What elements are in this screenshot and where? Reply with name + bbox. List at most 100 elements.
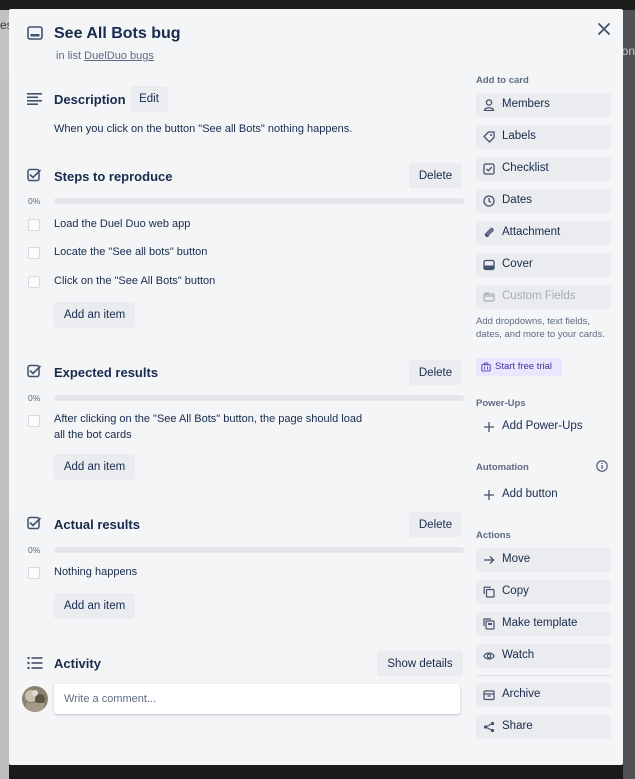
copy-icon [483,586,495,598]
checklist-item[interactable]: Locate the "See all bots" button [54,244,207,260]
board-list-edge-right [623,10,635,779]
checklist-icon [27,516,41,530]
checklist-icon [27,168,41,182]
checklist-label: Checklist [502,162,549,174]
checklist-item-checkbox[interactable] [28,276,40,288]
share-button[interactable]: Share [476,715,611,739]
add-to-card-heading: Add to card [476,75,529,86]
checklist-progress-bar [54,547,464,553]
description-icon [27,93,42,105]
checklist-item[interactable]: Nothing happens [54,564,137,580]
trial-label: Start free trial [495,361,553,372]
add-item-button[interactable]: Add an item [54,302,135,328]
automation-heading: Automation [476,462,529,473]
eye-icon [483,652,495,660]
watch-label: Watch [502,649,535,661]
checklist-button[interactable]: Checklist [476,157,611,181]
share-icon [483,721,495,733]
make-template-label: Make template [502,617,578,629]
add-item-button[interactable]: Add an item [54,454,135,480]
checklist-item[interactable]: Click on the "See All Bots" button [54,273,215,289]
add-powerups-label: Add Power-Ups [502,420,583,432]
dates-label: Dates [502,194,533,206]
list-link[interactable]: DuelDuo bugs [84,50,154,62]
copy-button[interactable]: Copy [476,580,611,604]
archive-label: Archive [502,688,541,700]
card-icon [27,26,43,40]
close-icon[interactable] [596,21,612,37]
add-powerups-button[interactable]: Add Power-Ups [476,418,611,438]
make-template-button[interactable]: Make template [476,612,611,636]
person-icon [483,99,495,111]
card-detail-modal: See All Bots bug in list DuelDuo bugs De… [9,9,623,765]
activity-icon [27,657,43,669]
checklist-item[interactable]: After clicking on the "See All Bots" but… [54,411,362,427]
delete-checklist-button[interactable]: Delete [409,163,462,188]
custom-fields-icon [483,292,495,302]
delete-checklist-button[interactable]: Delete [409,512,462,537]
comment-input[interactable]: Write a comment... [54,684,460,714]
paperclip-icon [484,227,494,238]
actions-heading: Actions [476,530,511,541]
checklist-item-continued[interactable]: all the bot cards [54,427,132,443]
checklist-item-checkbox[interactable] [28,415,40,427]
checkbox-icon [483,163,495,175]
powerups-heading: Power-Ups [476,398,526,409]
card-title[interactable]: See All Bots bug [54,25,181,43]
checklist-progress-percent: 0% [28,393,41,403]
checklist-progress-bar [54,395,464,401]
add-item-button[interactable]: Add an item [54,593,135,619]
description-text[interactable]: When you click on the button "See all Bo… [54,123,352,135]
checklist-title[interactable]: Expected results [54,365,158,380]
checklist-progress-percent: 0% [28,196,41,206]
add-automation-button[interactable]: Add button [476,486,611,506]
comment-placeholder: Write a comment... [64,693,157,705]
checklist-progress-percent: 0% [28,545,41,555]
checklist-progress-bar [54,198,464,204]
custom-fields-button[interactable]: Custom Fields [476,285,611,309]
arrow-right-icon [484,556,495,564]
copy-label: Copy [502,585,529,597]
checklist-item-checkbox[interactable] [28,219,40,231]
custom-fields-help-text: Add dropdowns, text fields, dates, and m… [476,316,605,340]
list-prefix: in list [56,50,82,62]
checklist-icon [27,364,41,378]
checklist-item-checkbox[interactable] [28,567,40,579]
template-icon [483,618,495,630]
members-label: Members [502,98,550,110]
checklist-item[interactable]: Load the Duel Duo web app [54,216,190,232]
clock-icon [483,195,495,207]
checklist-item-checkbox[interactable] [28,247,40,259]
cover-label: Cover [502,258,533,270]
attachment-button[interactable]: Attachment [476,221,611,245]
attachment-label: Attachment [502,226,561,238]
plus-icon [484,422,494,432]
members-button[interactable]: Members [476,93,611,117]
add-button-label: Add button [502,488,558,500]
board-list-edge [0,10,9,779]
move-label: Move [502,553,531,565]
delete-checklist-button[interactable]: Delete [409,360,462,385]
dates-button[interactable]: Dates [476,189,611,213]
plus-icon [484,490,494,500]
cover-icon [483,259,495,271]
cover-button[interactable]: Cover [476,253,611,277]
labels-label: Labels [502,130,536,142]
activity-heading: Activity [54,656,101,671]
info-icon[interactable] [596,460,608,472]
archive-button[interactable]: Archive [476,683,611,707]
start-free-trial-button[interactable]: Start free trial [476,358,562,376]
edit-description-button[interactable]: Edit [130,86,168,112]
custom-fields-label: Custom Fields [502,290,576,302]
checklist-title[interactable]: Steps to reproduce [54,169,172,184]
show-details-button[interactable]: Show details [377,651,463,676]
move-button[interactable]: Move [476,548,611,572]
labels-button[interactable]: Labels [476,125,611,149]
watch-button[interactable]: Watch [476,644,611,668]
briefcase-icon [481,362,491,372]
avatar[interactable] [22,686,48,712]
checklist-title[interactable]: Actual results [54,517,140,532]
list-breadcrumb: in list DuelDuo bugs [56,50,154,62]
tag-icon [483,131,495,143]
actions-divider [476,675,611,676]
